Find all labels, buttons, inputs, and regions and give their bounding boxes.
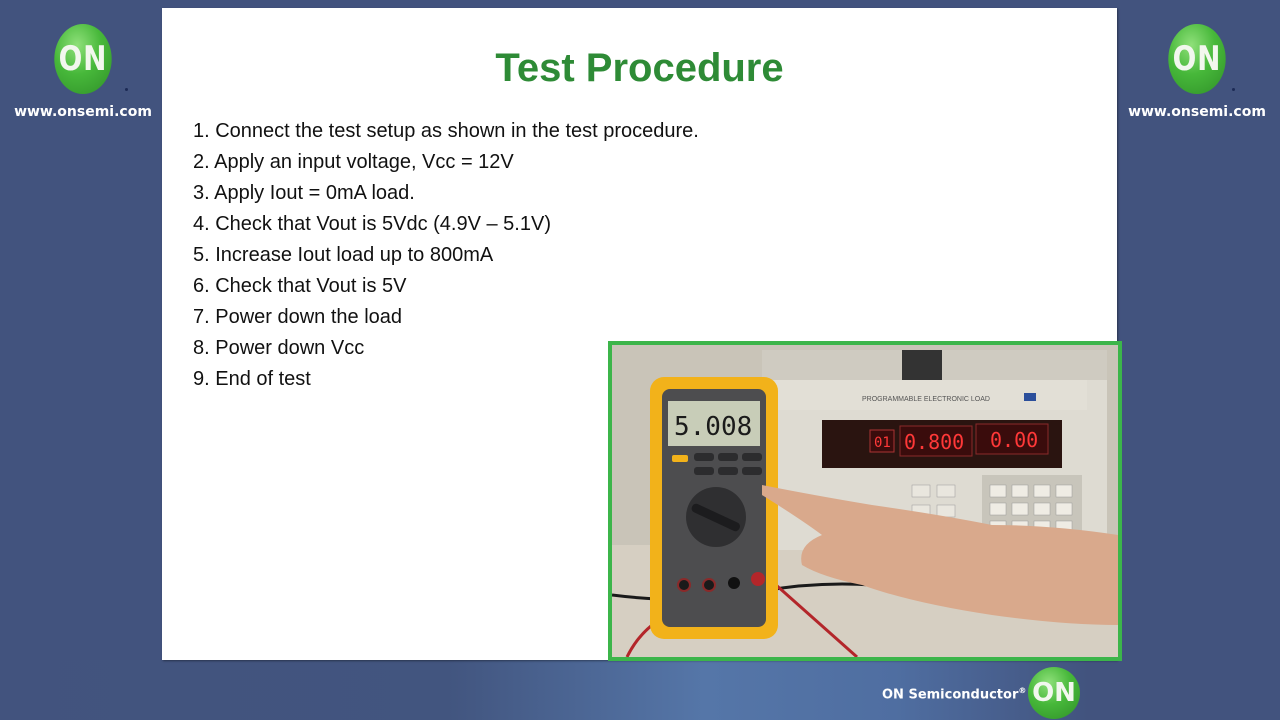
brand-url: www.onsemi.com <box>14 104 152 120</box>
step-item: 6. Check that Vout is 5V <box>193 275 407 297</box>
photo-illustration: PROGRAMMABLE ELECTRONIC LOAD 01 0.800 0.… <box>612 345 1118 657</box>
footer-company-name: ON Semiconductor <box>882 687 1019 703</box>
footer-band <box>0 660 1280 720</box>
step-item: 4. Check that Vout is 5Vdc (4.9V – 5.1V) <box>193 213 551 235</box>
on-logo-icon: ON <box>1168 24 1226 94</box>
load-label: PROGRAMMABLE ELECTRONIC LOAD <box>862 396 990 403</box>
registered-mark <box>125 88 128 91</box>
step-item: 3. Apply Iout = 0mA load. <box>193 182 415 204</box>
handle <box>902 350 942 380</box>
load-voltage: 0.00 <box>990 428 1038 452</box>
brand-url: www.onsemi.com <box>1128 104 1266 120</box>
test-setup-photo: PROGRAMMABLE ELECTRONIC LOAD 01 0.800 0.… <box>608 341 1122 661</box>
step-item: 5. Increase Iout load up to 800mA <box>193 244 494 266</box>
step-item: 7. Power down the load <box>193 306 403 328</box>
brand-right: ON www.onsemi.com <box>1122 24 1272 120</box>
multimeter-reading: 5.008 <box>674 412 752 442</box>
slide-title: Test Procedure <box>495 46 784 90</box>
load-current: 0.800 <box>904 430 964 454</box>
brand-badge <box>1024 393 1036 401</box>
step-item: 2. Apply an input voltage, Vcc = 12V <box>193 151 514 173</box>
registered-mark <box>1232 88 1235 91</box>
footer-brand: ON Semiconductor® <box>882 686 1026 702</box>
registered-mark: ® <box>1018 686 1027 695</box>
brand-left: ON www.onsemi.com <box>8 24 158 120</box>
on-logo-icon: ON <box>54 24 112 94</box>
load-channel: 01 <box>874 435 891 451</box>
slide: Test Procedure 1. Connect the test setup… <box>162 8 1122 661</box>
multimeter: 5.008 <box>650 377 778 639</box>
step-item: 1. Connect the test setup as shown in th… <box>193 120 699 142</box>
footer-on-logo-icon: ON <box>1028 667 1080 719</box>
